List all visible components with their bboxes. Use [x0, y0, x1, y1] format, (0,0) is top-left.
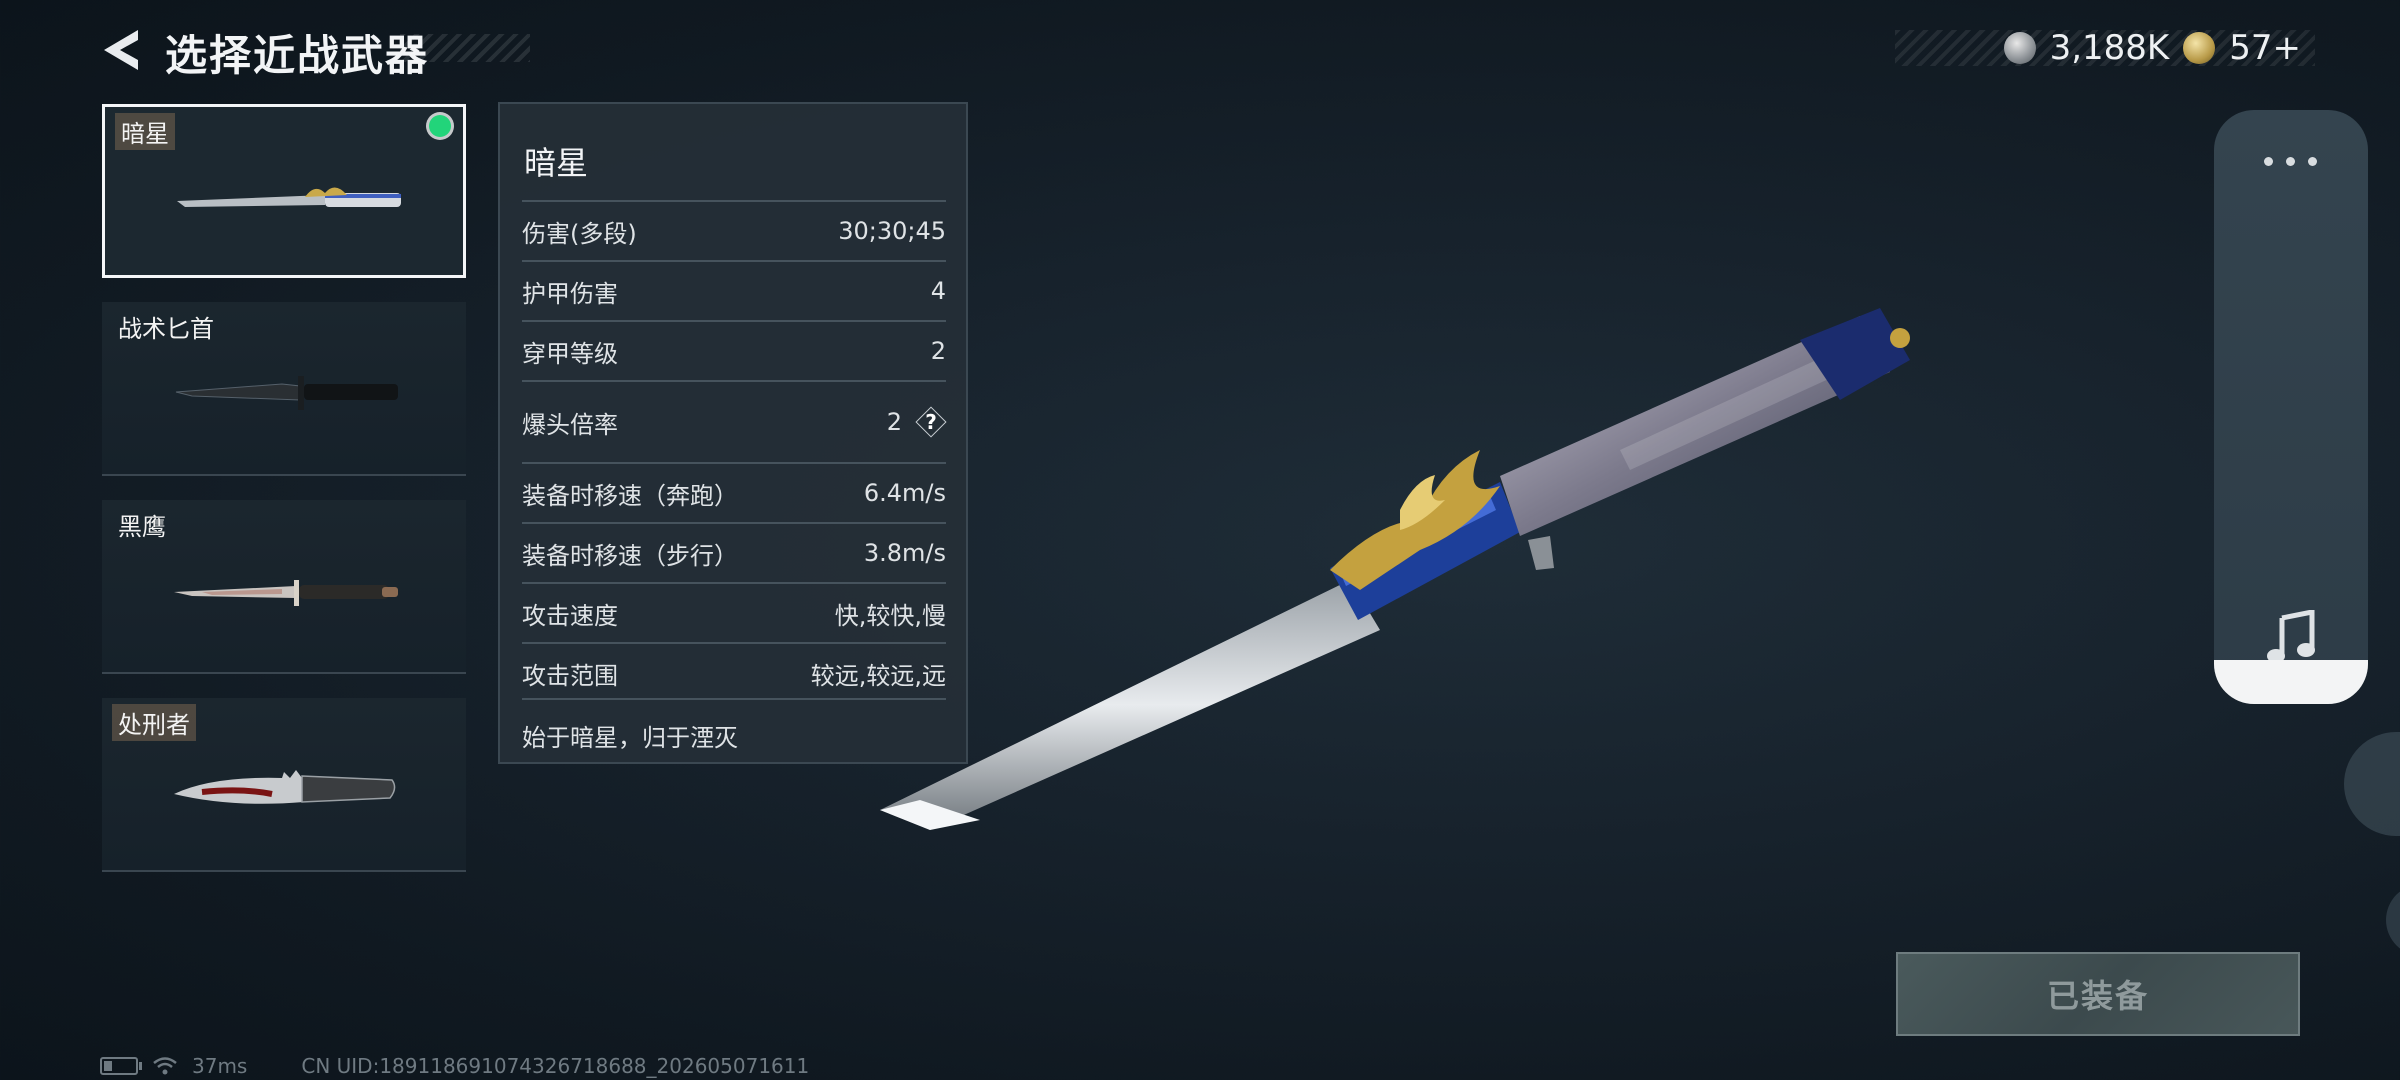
stat-label: 伤害(多段)	[522, 219, 637, 248]
stat-label: 护甲伤害	[522, 279, 618, 308]
edge-floating-button-2[interactable]	[2386, 884, 2400, 956]
silver-currency-value: 3,188K	[2049, 28, 2170, 68]
stat-row-damage: 伤害(多段) 30;30;45	[522, 200, 946, 260]
stat-label: 攻击速度	[522, 601, 618, 630]
ping-value: 37ms	[192, 1054, 248, 1078]
stat-label: 装备时移速（步行）	[522, 541, 738, 570]
stat-label: 装备时移速（奔跑）	[522, 481, 738, 510]
weapon-card-label: 处刑者	[112, 704, 196, 741]
user-uid: CN UID:189118691074326718688_20260507161…	[301, 1054, 810, 1078]
weapon-card-label: 战术匕首	[118, 315, 214, 343]
blackhawk-thumbnail	[174, 580, 398, 606]
katana-thumbnail	[177, 187, 401, 207]
edge-floating-button[interactable]	[2344, 732, 2400, 836]
gold-coin-icon	[2183, 32, 2216, 64]
katana-model[interactable]	[860, 300, 1960, 860]
weapon-card-blackhawk[interactable]: 黑鹰	[102, 500, 466, 674]
weapon-card-tactical-dagger[interactable]: 战术匕首	[102, 302, 466, 476]
stat-value: 30;30;45	[838, 217, 946, 245]
music-icon[interactable]	[2264, 610, 2318, 664]
tactical-dagger-thumbnail	[175, 376, 398, 410]
back-arrow-icon[interactable]	[100, 28, 140, 72]
executioner-thumbnail	[174, 770, 396, 804]
gold-currency-value: 57+	[2229, 28, 2301, 68]
stat-label: 爆头倍率	[522, 410, 618, 439]
equipped-indicator-icon	[429, 115, 451, 137]
weapon-card-label: 黑鹰	[118, 513, 166, 541]
stat-label: 攻击范围	[522, 661, 618, 690]
side-panel-footer	[2214, 660, 2368, 704]
weapon-card-label: 暗星	[115, 113, 175, 150]
weapon-card-executioner[interactable]: 处刑者	[102, 698, 466, 872]
more-options-icon[interactable]	[2264, 154, 2320, 168]
page-title: 选择近战武器	[165, 31, 430, 80]
currency-bar: 3,188K 57+	[1895, 28, 2315, 68]
silver-coin-icon	[2003, 32, 2036, 64]
weapon-card-anxing[interactable]: 暗星	[102, 104, 466, 278]
wifi-icon	[153, 1057, 177, 1075]
status-footer: 37ms CN UID:189118691074326718688_202605…	[100, 1054, 809, 1078]
stat-label: 穿甲等级	[522, 339, 618, 368]
weapon-name: 暗星	[524, 144, 589, 182]
title-decoration	[400, 34, 530, 62]
battery-icon	[100, 1057, 142, 1075]
floating-side-panel	[2214, 110, 2368, 704]
equipped-button[interactable]: 已装备	[1896, 952, 2300, 1036]
